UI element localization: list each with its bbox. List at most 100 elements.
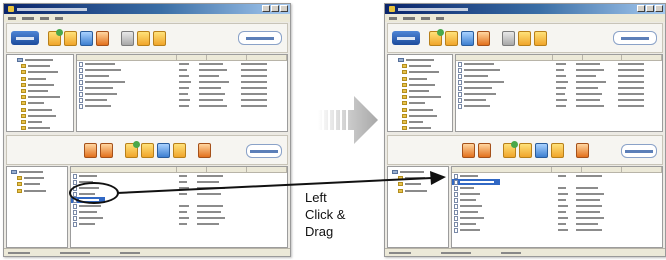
file-list-bottom: [451, 166, 663, 248]
folder-icon[interactable]: [99, 142, 113, 158]
column-name[interactable]: [71, 167, 177, 172]
tree-item[interactable]: [392, 188, 448, 194]
column-name[interactable]: [77, 55, 177, 60]
column-size[interactable]: [177, 167, 207, 172]
title-bar: [4, 4, 290, 14]
menu-edit[interactable]: [403, 16, 415, 20]
drag-source-highlight: [69, 182, 119, 204]
folder-icon[interactable]: [575, 142, 589, 158]
column-modified[interactable]: [247, 55, 287, 60]
explorer-window-after: [384, 3, 666, 257]
instruction-line-1: Left: [305, 190, 327, 205]
menu-view[interactable]: [40, 16, 49, 20]
folder-icon[interactable]: [534, 30, 547, 46]
folder-icon[interactable]: [83, 142, 97, 158]
file-row[interactable]: [71, 221, 287, 227]
close-button[interactable]: [280, 5, 288, 12]
maximize-button[interactable]: [271, 5, 279, 12]
menu-view[interactable]: [421, 16, 430, 20]
file-icon: [454, 179, 458, 185]
menu-help[interactable]: [55, 16, 63, 20]
menu-help[interactable]: [436, 16, 444, 20]
logo-icon: [11, 31, 39, 45]
folder-icon[interactable]: [534, 142, 548, 158]
column-type[interactable]: [207, 167, 247, 172]
window-title: [398, 7, 468, 11]
folder-icon[interactable]: [445, 30, 458, 46]
folder-icon[interactable]: [461, 142, 475, 158]
folder-tree-bottom: [6, 166, 68, 248]
folder-icon[interactable]: [96, 30, 109, 46]
search-box[interactable]: [238, 31, 282, 45]
menu-file[interactable]: [8, 16, 16, 20]
folder-icon[interactable]: [429, 28, 444, 46]
maximize-button[interactable]: [646, 5, 654, 12]
column-type[interactable]: [583, 55, 623, 60]
file-row[interactable]: [456, 103, 662, 109]
folder-icon[interactable]: [80, 30, 93, 46]
column-modified[interactable]: [622, 167, 662, 172]
folder-icon[interactable]: [48, 28, 63, 46]
folder-icon[interactable]: [172, 142, 186, 158]
column-modified[interactable]: [622, 55, 662, 60]
bottom-toolbar: [387, 135, 663, 165]
file-list-bottom: [70, 166, 288, 248]
menu-bar: [4, 14, 290, 22]
folder-tree-bottom: [387, 166, 449, 248]
tree-item[interactable]: [11, 188, 67, 194]
folder-icon[interactable]: [197, 142, 211, 158]
column-size[interactable]: [552, 167, 582, 172]
tree-item[interactable]: [398, 125, 452, 131]
tree-item[interactable]: [17, 125, 73, 131]
transition-arrow-icon: [318, 96, 378, 144]
file-list-top: [76, 54, 288, 132]
search-box[interactable]: [621, 144, 657, 158]
minimize-button[interactable]: [637, 5, 645, 12]
column-size[interactable]: [177, 55, 207, 60]
folder-icon[interactable]: [156, 142, 170, 158]
folder-icon[interactable]: [550, 142, 564, 158]
column-modified[interactable]: [247, 167, 287, 172]
folder-icon[interactable]: [518, 142, 532, 158]
top-toolbar: [6, 23, 288, 53]
folder-tree-top: [6, 54, 74, 132]
search-box[interactable]: [613, 31, 657, 45]
instruction-line-3: Drag: [305, 224, 334, 239]
folder-icon[interactable]: [140, 142, 154, 158]
top-toolbar: [387, 23, 663, 53]
app-icon: [389, 6, 395, 12]
folder-tree-top: [387, 54, 453, 132]
close-button[interactable]: [655, 5, 663, 12]
status-bar: [385, 248, 665, 256]
folder-icon[interactable]: [477, 30, 490, 46]
folder-icon[interactable]: [124, 140, 140, 158]
file-row[interactable]: [452, 227, 662, 233]
column-size[interactable]: [553, 55, 583, 60]
folder-icon[interactable]: [461, 30, 474, 46]
folder-icon[interactable]: [137, 30, 150, 46]
folder-icon[interactable]: [477, 142, 491, 158]
column-name[interactable]: [456, 55, 554, 60]
menu-file[interactable]: [389, 16, 397, 20]
title-bar: [385, 4, 665, 14]
doc-icon[interactable]: [502, 30, 515, 46]
column-name[interactable]: [452, 167, 552, 172]
menu-bar: [385, 14, 665, 22]
folder-icon[interactable]: [153, 30, 166, 46]
instruction-line-2: Click &: [305, 207, 346, 222]
folder-icon[interactable]: [518, 30, 531, 46]
column-type[interactable]: [207, 55, 247, 60]
folder-icon[interactable]: [502, 140, 518, 158]
folder-icon[interactable]: [64, 30, 77, 46]
status-bar: [4, 248, 290, 256]
instruction-caption: Left Click & Drag: [305, 189, 365, 240]
file-row[interactable]: [77, 103, 287, 109]
doc-icon[interactable]: [121, 30, 134, 46]
menu-edit[interactable]: [22, 16, 34, 20]
file-list-top: [455, 54, 663, 132]
minimize-button[interactable]: [262, 5, 270, 12]
search-box[interactable]: [246, 144, 282, 158]
app-icon: [8, 6, 14, 12]
column-type[interactable]: [582, 167, 622, 172]
explorer-window-before: [3, 3, 291, 257]
